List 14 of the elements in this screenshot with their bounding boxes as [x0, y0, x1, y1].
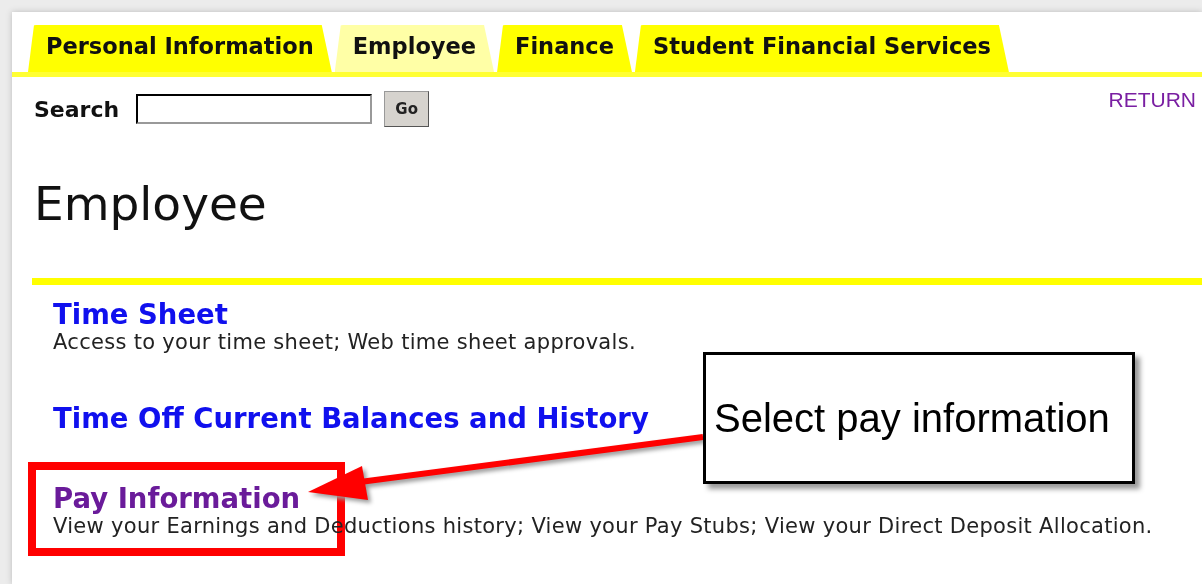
menu-link[interactable]: Time Off Current Balances and History	[53, 402, 649, 434]
menu-link[interactable]: Time Sheet	[53, 298, 228, 330]
return-link[interactable]: RETURN	[1108, 88, 1196, 112]
menu-description: Access to your time sheet; Web time sheet approvals.	[53, 330, 637, 354]
page-title: Employee	[34, 176, 268, 231]
tab[interactable]: Personal Information	[28, 25, 332, 72]
search-label: Search	[34, 96, 120, 122]
tab[interactable]: Student Financial Services	[634, 25, 1009, 72]
tab[interactable]: Finance	[497, 25, 632, 72]
search-field[interactable]	[136, 94, 373, 124]
tab[interactable]: Employee	[334, 25, 495, 72]
go-button[interactable]: Go	[384, 91, 430, 127]
menu-link[interactable]: Pay Information	[53, 482, 301, 514]
callout: Select pay information	[703, 352, 1135, 484]
